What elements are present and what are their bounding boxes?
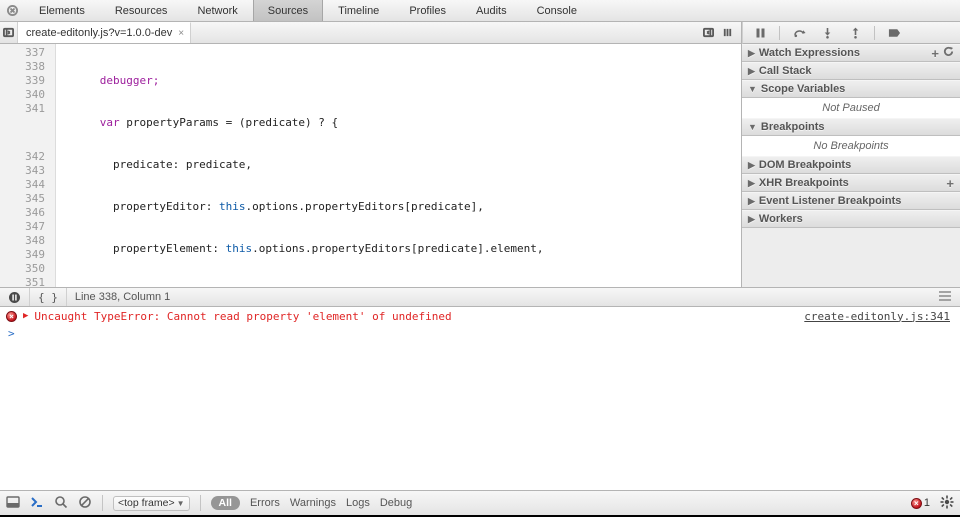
inspector-tab-bar: Elements Resources Network Sources Timel… — [0, 0, 960, 22]
step-over-button[interactable] — [790, 27, 808, 39]
file-tab-label: create-editonly.js?v=1.0.0-dev — [26, 27, 172, 39]
pause-button[interactable] — [751, 27, 769, 39]
history-back-icon[interactable] — [703, 27, 714, 38]
error-icon: × — [6, 311, 17, 322]
add-watch-button[interactable]: + — [931, 46, 939, 61]
close-file-tab-icon[interactable]: × — [178, 28, 184, 39]
line-gutter: 337 338 339 340 341 342 343 344 345 346 … — [0, 44, 56, 287]
disclosure-right-icon: ▶ — [748, 48, 755, 59]
pause-on-exceptions-button[interactable] — [0, 288, 30, 306]
expand-error-icon[interactable]: ▶ — [23, 311, 28, 321]
file-tab-bar: create-editonly.js?v=1.0.0-dev × — [0, 22, 741, 44]
editor-status-bar: { } Line 338, Column 1 — [0, 287, 960, 307]
console-error-row[interactable]: × ▶ Uncaught TypeError: Cannot read prop… — [0, 307, 960, 325]
filter-debug-button[interactable]: Debug — [380, 497, 412, 509]
debugger-sidebar: ▶ Watch Expressions + ▶ Call Stack ▼ Sco… — [742, 22, 960, 287]
console-panel: × ▶ Uncaught TypeError: Cannot read prop… — [0, 307, 960, 490]
filter-errors-button[interactable]: Errors — [250, 497, 280, 509]
disclosure-right-icon: ▶ — [748, 196, 755, 207]
disclosure-right-icon: ▶ — [748, 66, 755, 77]
section-watch[interactable]: ▶ Watch Expressions + — [742, 44, 960, 62]
debugger-toolbar — [742, 22, 960, 44]
step-into-button[interactable] — [818, 27, 836, 39]
dock-side-button[interactable] — [6, 495, 20, 512]
pretty-print-button[interactable]: { } — [30, 288, 67, 306]
show-navigator-button[interactable] — [0, 22, 18, 43]
scope-body: Not Paused — [742, 98, 960, 118]
history-list-icon[interactable] — [722, 27, 733, 38]
execution-context-selector[interactable]: <top frame> ▼ — [113, 496, 190, 511]
breakpoints-body: No Breakpoints — [742, 136, 960, 156]
bottom-toolbar: <top frame> ▼ All Errors Warnings Logs D… — [0, 490, 960, 515]
disclosure-down-icon: ▼ — [748, 122, 757, 132]
section-xhr-breakpoints[interactable]: ▶ XHR Breakpoints + — [742, 174, 960, 192]
tab-network[interactable]: Network — [182, 0, 252, 21]
tab-console[interactable]: Console — [522, 0, 592, 21]
step-out-button[interactable] — [846, 27, 864, 39]
section-scope-variables[interactable]: ▼ Scope Variables — [742, 80, 960, 98]
sources-pane: create-editonly.js?v=1.0.0-dev × 337 338… — [0, 22, 742, 287]
tab-timeline[interactable]: Timeline — [323, 0, 394, 21]
refresh-watch-button[interactable] — [943, 46, 954, 60]
show-console-button[interactable] — [30, 495, 44, 512]
disclosure-right-icon: ▶ — [748, 160, 755, 171]
clear-console-button[interactable] — [78, 495, 92, 512]
console-error-text: Uncaught TypeError: Cannot read property… — [34, 310, 798, 323]
disclosure-down-icon: ▼ — [748, 84, 757, 94]
tab-profiles[interactable]: Profiles — [394, 0, 461, 21]
tab-sources[interactable]: Sources — [253, 0, 323, 21]
section-breakpoints[interactable]: ▼ Breakpoints — [742, 118, 960, 136]
tab-resources[interactable]: Resources — [100, 0, 183, 21]
disclosure-right-icon: ▶ — [748, 178, 755, 189]
section-dom-breakpoints[interactable]: ▶ DOM Breakpoints — [742, 156, 960, 174]
editor-menu-icon[interactable] — [930, 291, 960, 304]
close-inspector-button[interactable] — [0, 0, 24, 21]
search-button[interactable] — [54, 495, 68, 512]
cursor-position: Line 338, Column 1 — [67, 288, 930, 306]
add-xhr-breakpoint-button[interactable]: + — [946, 176, 954, 191]
console-error-source-link[interactable]: create-editonly.js:341 — [804, 310, 954, 323]
error-icon: × — [911, 498, 922, 509]
code-editor[interactable]: 337 338 339 340 341 342 343 344 345 346 … — [0, 44, 741, 287]
disclosure-right-icon: ▶ — [748, 214, 755, 225]
error-count-badge[interactable]: × 1 — [911, 497, 930, 509]
console-prompt[interactable]: > — [0, 325, 960, 342]
section-call-stack[interactable]: ▶ Call Stack — [742, 62, 960, 80]
section-event-listeners[interactable]: ▶ Event Listener Breakpoints — [742, 192, 960, 210]
tab-elements[interactable]: Elements — [24, 0, 100, 21]
filter-logs-button[interactable]: Logs — [346, 497, 370, 509]
chevron-down-icon: ▼ — [177, 499, 185, 508]
filter-warnings-button[interactable]: Warnings — [290, 497, 336, 509]
tab-audits[interactable]: Audits — [461, 0, 522, 21]
sidebar-show-icon — [3, 27, 14, 38]
code-body: debugger; var propertyParams = (predicat… — [56, 44, 741, 287]
settings-button[interactable] — [940, 495, 954, 512]
deactivate-breakpoints-button[interactable] — [885, 27, 903, 39]
filter-all-button[interactable]: All — [211, 496, 240, 510]
file-tab[interactable]: create-editonly.js?v=1.0.0-dev × — [18, 22, 191, 43]
section-workers[interactable]: ▶ Workers — [742, 210, 960, 228]
